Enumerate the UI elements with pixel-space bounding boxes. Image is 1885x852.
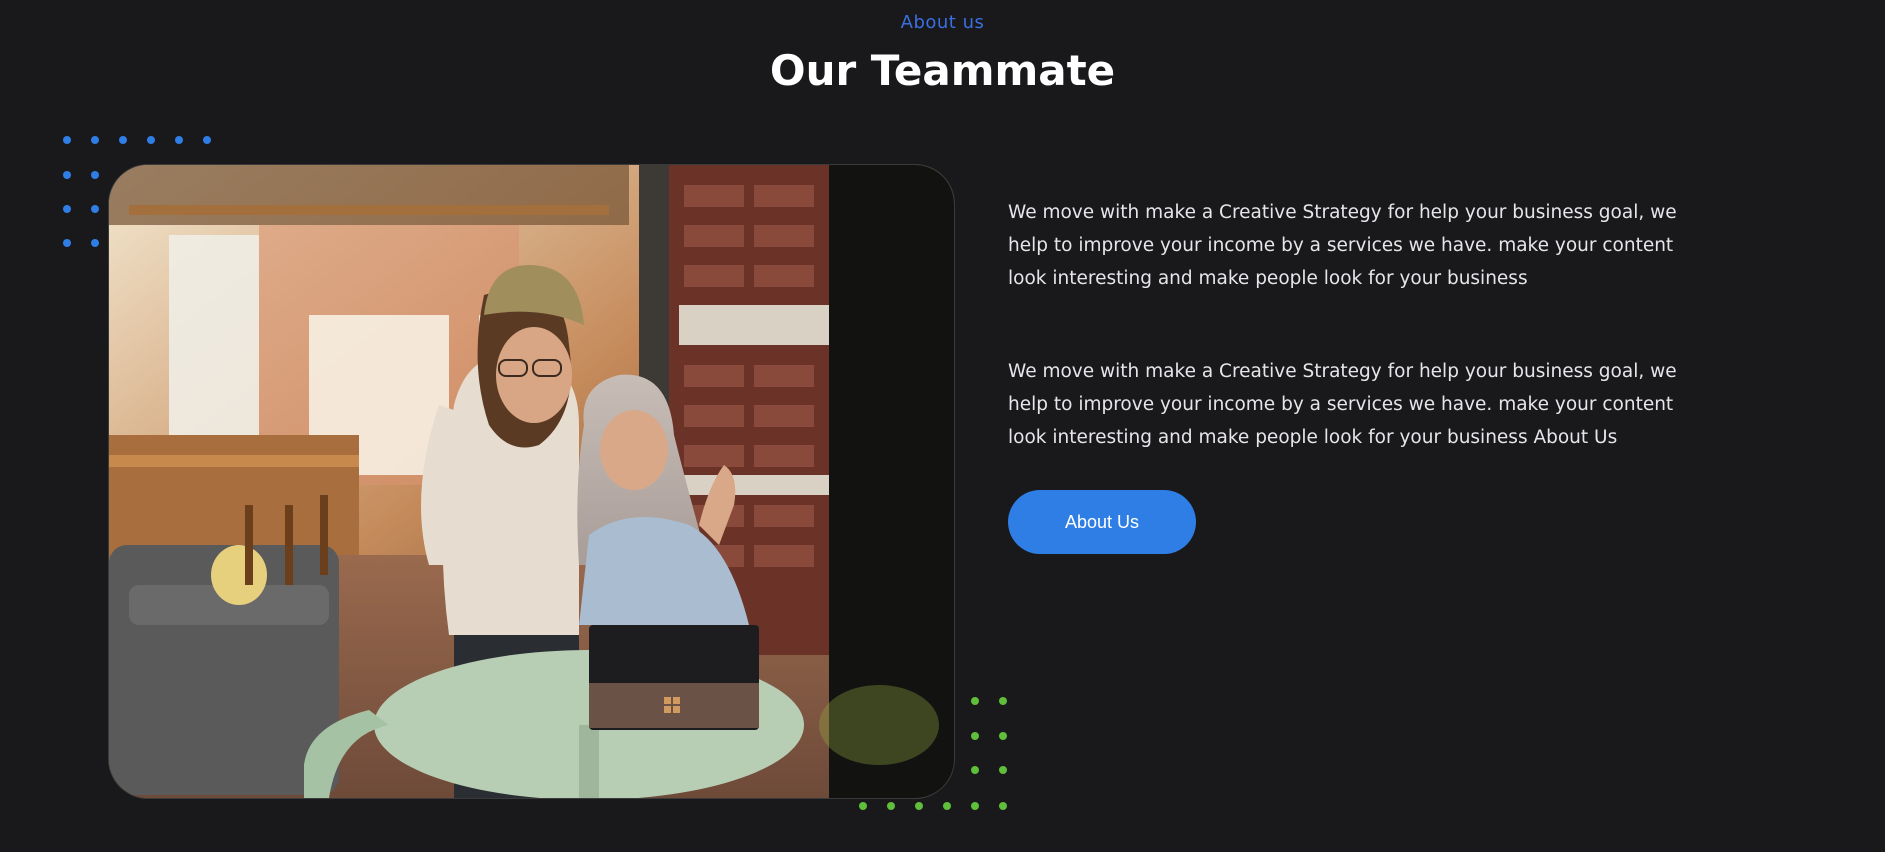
about-paragraph-2: We move with make a Creative Strategy fo… xyxy=(1008,361,1677,448)
about-us-button[interactable]: About Us xyxy=(1008,490,1196,554)
team-photo xyxy=(108,164,955,799)
decorative-dots-green xyxy=(856,694,1016,814)
section-eyebrow: About us xyxy=(900,12,985,33)
about-paragraph-1: We move with make a Creative Strategy fo… xyxy=(1008,202,1677,289)
section-title: Our Teammate xyxy=(769,46,1116,95)
team-photo-illustration xyxy=(109,165,954,798)
about-text-column: We move with make a Creative Strategy fo… xyxy=(1008,196,1698,454)
